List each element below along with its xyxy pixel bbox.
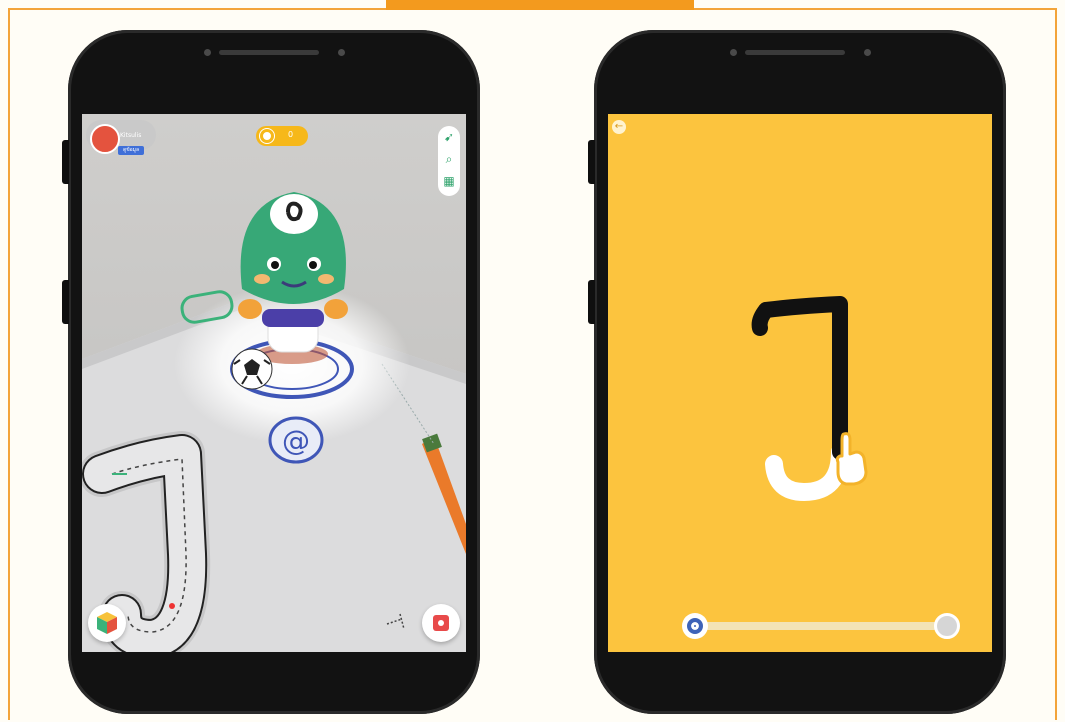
profile-name: Kitsulis [120,132,142,139]
power-button [62,280,69,324]
progress-track [694,622,946,630]
cube-icon [97,612,117,634]
sensor-dot [338,49,345,56]
top-tab [386,0,694,10]
ar-screen[interactable]: @ Kitsulis ดูข้อมูล 0 ➹ ⌕ ▦ [82,114,466,652]
phone-left: @ Kitsulis ดูข้อมูล 0 ➹ ⌕ ▦ [62,30,480,714]
cube-button[interactable] [88,604,126,642]
coin-counter: 0 [256,126,308,146]
profile-badge[interactable]: ดูข้อมูล [118,146,144,155]
book-icon[interactable]: ▦ [442,174,456,188]
volume-button [588,140,595,184]
pointing-hand-icon [835,432,868,486]
phone-right: ← [588,30,1006,714]
progress-end-knob[interactable] [934,613,960,639]
progress-start-knob[interactable] [682,613,708,639]
letter-canvas[interactable] [608,114,992,652]
coin-value: 0 [288,130,294,139]
front-camera [204,49,211,56]
search-icon[interactable]: ⌕ [442,152,456,166]
record-icon [433,615,449,631]
coin-icon [260,129,274,143]
speaker-grille [219,50,319,55]
tool-column: ➹ ⌕ ▦ [438,126,460,196]
trace-screen[interactable]: ← [608,114,992,652]
speaker-grille [745,50,845,55]
sensor-dot [864,49,871,56]
mascot-avatar-icon [90,124,120,154]
ar-scene: @ [82,114,466,652]
record-button[interactable] [422,604,460,642]
power-button [588,280,595,324]
compass-icon[interactable]: ➹ [442,130,456,144]
marker-symbol: @ [282,424,310,457]
volume-button [62,140,69,184]
front-camera [730,49,737,56]
